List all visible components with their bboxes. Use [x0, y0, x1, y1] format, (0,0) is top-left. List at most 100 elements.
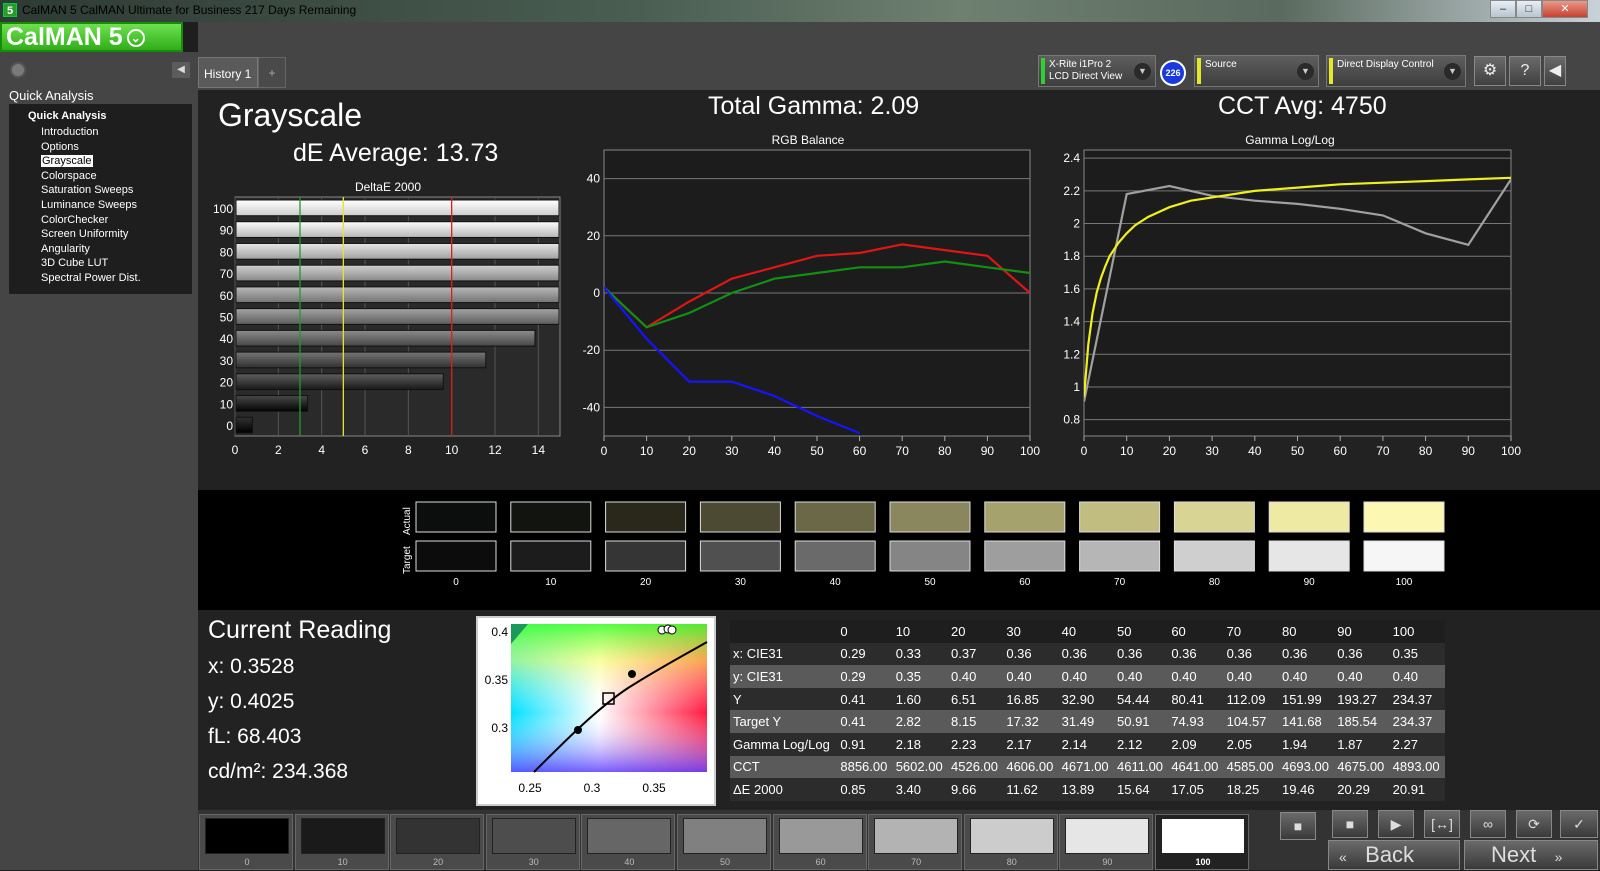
x-tick-label: 0	[1081, 444, 1088, 458]
cie-gradient-overlay	[511, 624, 707, 772]
actual-swatch	[794, 501, 876, 533]
help-button[interactable]: ?	[1509, 56, 1541, 86]
patch-60[interactable]: 60	[772, 814, 867, 870]
table-cell: 9.66	[948, 778, 1004, 801]
patch-label: 0	[244, 857, 250, 867]
table-cell: 80.41	[1168, 687, 1224, 711]
row-label: y: CIE31	[730, 665, 838, 688]
confirm-button[interactable]: ✓	[1560, 810, 1598, 838]
stop-button[interactable]: ■	[1332, 810, 1368, 838]
column-header: 90	[1334, 620, 1390, 643]
sidebar-item-colorchecker[interactable]: ColorChecker	[41, 213, 192, 228]
display-status-stripe	[1329, 58, 1333, 84]
actual-swatch	[984, 501, 1066, 533]
x-tick-label: 30	[725, 444, 739, 458]
window-title: CalMAN 5 CalMAN Ultimate for Business 21…	[22, 3, 357, 17]
swatch-level-label: 0	[453, 577, 459, 588]
gamma-chart-title: Gamma Log/Log	[1245, 133, 1334, 147]
patch-70[interactable]: 70	[868, 814, 963, 870]
actual-swatch	[510, 501, 592, 533]
y-tick-label: 50	[220, 311, 234, 325]
swatch-level-label: 90	[1304, 577, 1316, 588]
patch-80[interactable]: 80	[963, 814, 1058, 870]
target-swatch	[605, 540, 687, 572]
back-button[interactable]: « Back	[1328, 840, 1460, 870]
display-selector[interactable]: Direct Display Control ▼	[1326, 55, 1466, 87]
maximize-button[interactable]: □	[1516, 0, 1542, 18]
calman-menu-button[interactable]: CalMAN 5 ⌄	[0, 22, 183, 52]
collapse-sidebar-button[interactable]: ◀	[172, 62, 190, 78]
patch-10[interactable]: 10	[294, 814, 389, 870]
x-tick-label: 8	[405, 443, 412, 457]
loop-button[interactable]: ∞	[1470, 810, 1506, 838]
gear-icon: ⚙	[1482, 62, 1498, 79]
x-tick-label: 40	[1248, 444, 1262, 458]
table-cell: 2.27	[1389, 732, 1445, 756]
sidebar-item-angularity[interactable]: Angularity	[41, 242, 192, 257]
x-tick-label: 2	[275, 443, 282, 457]
settings-button[interactable]: ⚙	[1474, 56, 1506, 86]
app-icon: 5	[3, 3, 17, 17]
table-cell: 0.36	[1334, 642, 1390, 666]
y-tick-label: 2.2	[1063, 184, 1080, 198]
sidebar-item-colorspace[interactable]: Colorspace	[41, 169, 192, 184]
table-cell: 18.25	[1223, 778, 1279, 801]
source-selector[interactable]: Source ▼	[1194, 55, 1319, 87]
sidebar-item-grayscale[interactable]: Grayscale	[41, 154, 192, 169]
close-button[interactable]: ✕	[1542, 0, 1588, 18]
patch-40[interactable]: 40	[581, 814, 676, 870]
tab-history-1[interactable]: History 1	[198, 57, 258, 88]
x-tick-label: 80	[938, 444, 952, 458]
minimize-button[interactable]: –	[1490, 0, 1516, 18]
meter-selector[interactable]: X-Rite i1Pro 2 LCD Direct View ▼	[1038, 55, 1156, 87]
record-button[interactable]: ■	[1280, 812, 1316, 840]
y-tick-label: -40	[583, 400, 601, 414]
table-cell: 3.40	[892, 778, 949, 801]
patch-label: 70	[911, 857, 922, 867]
table-cell: 0.40	[1003, 665, 1059, 688]
next-label: Next	[1491, 842, 1537, 867]
sidebar-item-screen-uniformity[interactable]: Screen Uniformity	[41, 227, 192, 242]
meter-readings-badge[interactable]: 226	[1160, 60, 1186, 86]
help-icon: ?	[1520, 62, 1530, 79]
y-tick-label: 70	[220, 267, 234, 281]
cie-diagram[interactable]: 0.4 0.35 0.3 0.25 0.3 0.35	[476, 616, 716, 806]
row-label: ΔE 2000	[730, 778, 838, 801]
deltae-chart: 0 2 4 6 8 10 12 141009080706050403020100	[213, 196, 561, 457]
patch-50[interactable]: 50	[677, 814, 771, 870]
sidebar-item-introduction[interactable]: Introduction	[41, 125, 192, 140]
cie-xtick: 0.25	[518, 781, 542, 795]
next-button[interactable]: Next »	[1464, 840, 1598, 870]
add-tab-button[interactable]: +	[258, 57, 286, 88]
sidebar-item-saturation-sweeps[interactable]: Saturation Sweeps	[41, 183, 192, 198]
cie-ytick: 0.4	[491, 625, 508, 639]
patch-90[interactable]: 90	[1059, 814, 1154, 870]
sidebar-item-spectral-power[interactable]: Spectral Power Dist.	[41, 271, 192, 286]
collapse-right-button[interactable]: ◀	[1544, 56, 1566, 86]
patch-swatch	[300, 818, 385, 854]
patch-100[interactable]: 100	[1155, 814, 1249, 870]
patch-0[interactable]: 0	[199, 814, 293, 870]
refresh-button[interactable]: ⟳	[1516, 810, 1552, 838]
play-button[interactable]: ▶	[1378, 810, 1414, 838]
y-tick-label: 2	[1073, 217, 1080, 231]
sidebar-item-options[interactable]: Options	[41, 140, 192, 155]
refresh-icon: ⟳	[1528, 816, 1540, 832]
pin-icon[interactable]	[10, 62, 26, 78]
current-reading: Current Reading x: 0.3528 y: 0.4025 fL: …	[208, 616, 458, 795]
rgb-chart-title: RGB Balance	[772, 133, 845, 147]
table-cell: 0.85	[837, 778, 893, 801]
deltae-bar	[235, 308, 560, 325]
sidebar-item-luminance-sweeps[interactable]: Luminance Sweeps	[41, 198, 192, 213]
range-button[interactable]: [↔]	[1424, 810, 1460, 838]
table-cell: 8.15	[948, 710, 1004, 733]
table-cell: 0.29	[837, 665, 893, 688]
column-header: 30	[1003, 620, 1059, 643]
table-cell: 16.85	[1003, 687, 1059, 711]
tree-root-quick-analysis[interactable]: Quick Analysis	[28, 110, 192, 125]
rgb-balance-chart: 40 20 0 -20 -40 0 10 20 30 40 50 60 70 80 90 100	[583, 149, 1040, 458]
patch-20[interactable]: 20	[390, 814, 485, 870]
sidebar-item-3d-cube-lut[interactable]: 3D Cube LUT	[41, 256, 192, 271]
table-row: y: CIE31 0.29 0.35 0.40 0.40 0.40 0.40 0.40 0.40…	[730, 665, 1445, 688]
patch-30[interactable]: 30	[485, 814, 580, 870]
